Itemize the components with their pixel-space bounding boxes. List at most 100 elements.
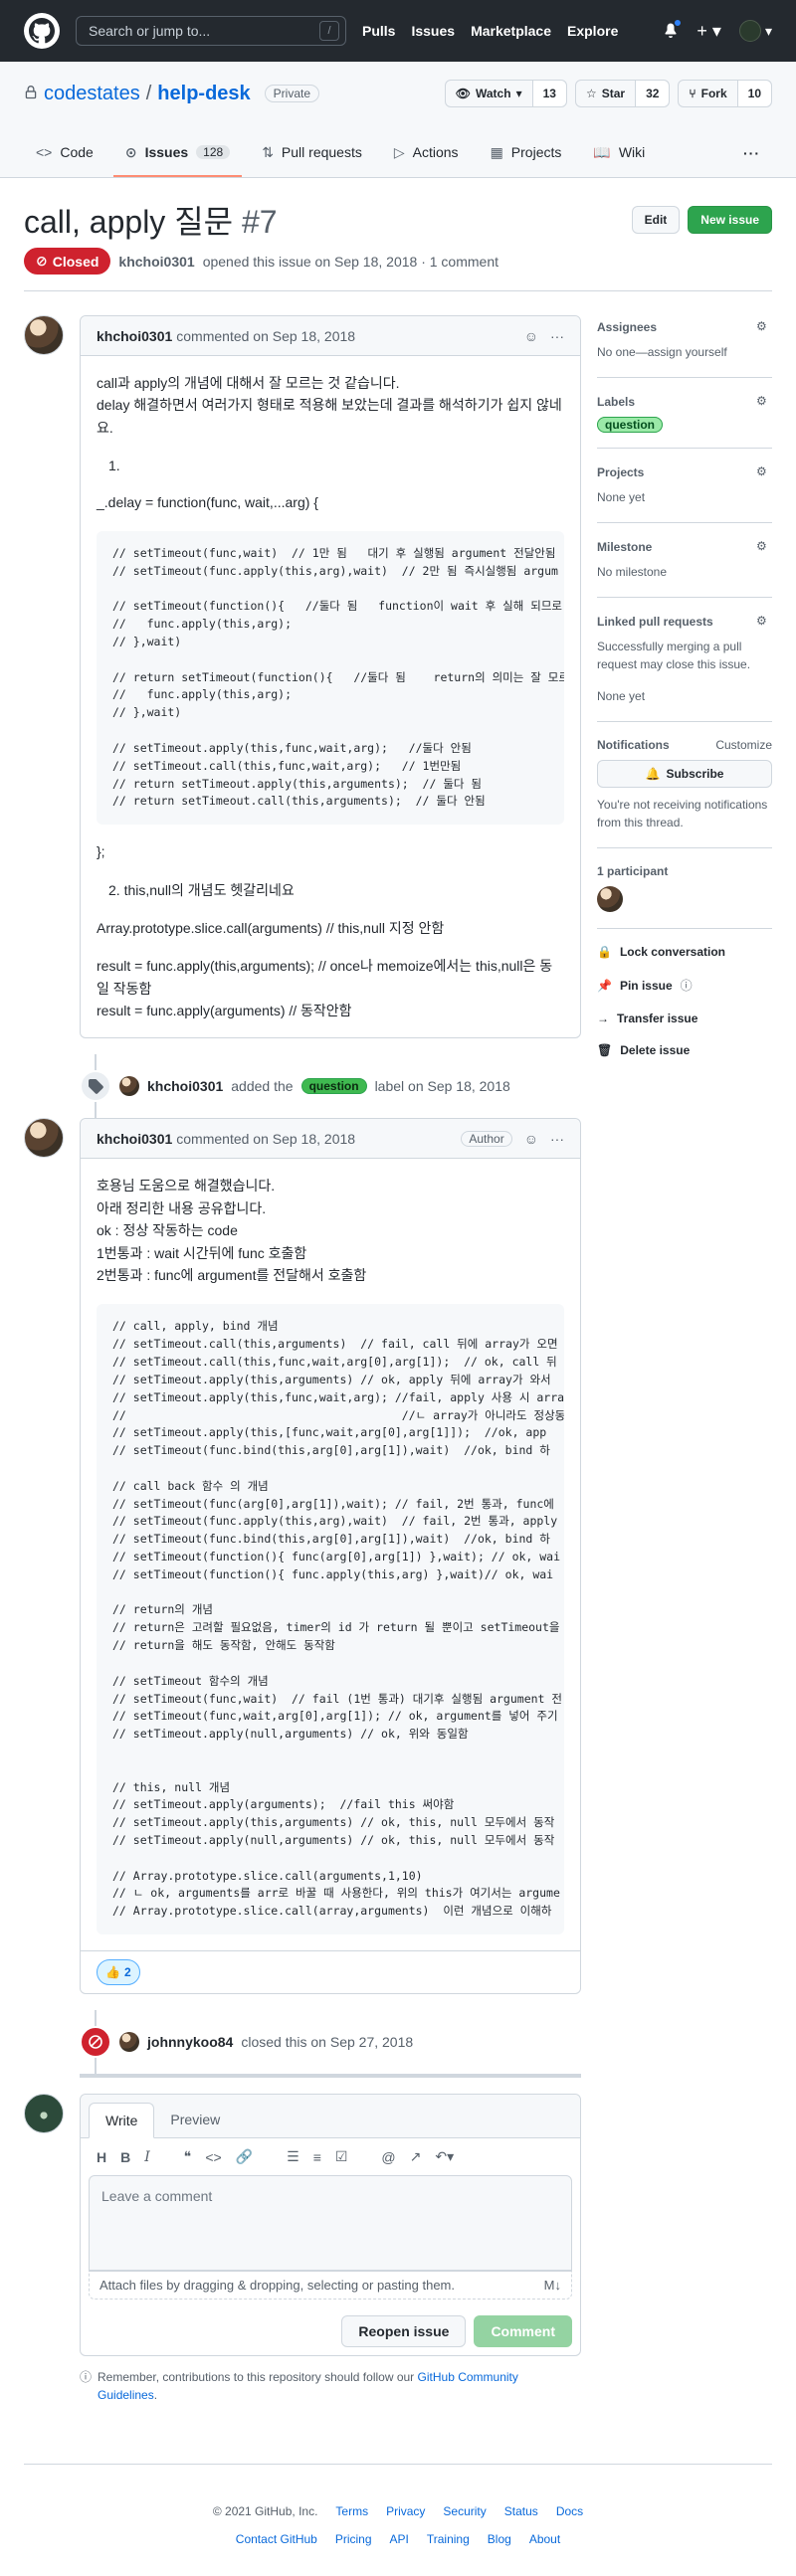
fork-count[interactable]: 10: [737, 81, 771, 106]
footer-link-contact[interactable]: Contact GitHub: [236, 2532, 317, 2546]
contribution-note: ⓘ Remember, contributions to this reposi…: [80, 2368, 557, 2404]
footer-link-security[interactable]: Security: [443, 2504, 486, 2518]
tab-wiki[interactable]: 📖 Wiki: [581, 129, 657, 177]
attach-files-area[interactable]: Attach files by dragging & dropping, sel…: [89, 2271, 572, 2300]
tab-issues[interactable]: ⊙ Issues 128: [112, 129, 243, 177]
new-issue-button[interactable]: New issue: [688, 206, 772, 234]
nav-marketplace[interactable]: Marketplace: [471, 23, 551, 39]
footer-link-blog[interactable]: Blog: [488, 2532, 511, 2546]
sidebar-participants: 1 participant: [597, 848, 772, 929]
bold-icon[interactable]: B: [120, 2149, 130, 2165]
transfer-issue-button[interactable]: → Transfer issue: [597, 1012, 772, 1025]
gear-icon[interactable]: ⚙: [756, 539, 772, 555]
code-icon[interactable]: <>: [205, 2149, 221, 2165]
footer-link-about[interactable]: About: [529, 2532, 560, 2546]
kebab-horizontal-icon[interactable]: ···: [550, 1131, 564, 1147]
footer-link-training[interactable]: Training: [427, 2532, 470, 2546]
smiley-icon[interactable]: ☺: [524, 1131, 538, 1147]
more-tabs-kebab-icon[interactable]: ···: [731, 129, 772, 177]
comment-author-link[interactable]: khchoi0301: [97, 328, 172, 344]
footer-link-status[interactable]: Status: [504, 2504, 538, 2518]
star-button[interactable]: ☆ Star 32: [574, 80, 671, 107]
event-actor-link[interactable]: khchoi0301: [147, 1078, 223, 1094]
smiley-icon[interactable]: ☺: [524, 328, 538, 344]
sidebar-labels: Labels ⚙ question: [597, 378, 772, 449]
heading-icon[interactable]: H: [97, 2149, 106, 2165]
tab-actions[interactable]: ▷ Actions: [382, 129, 471, 177]
gear-icon[interactable]: ⚙: [756, 394, 772, 410]
unordered-list-icon[interactable]: ☰: [287, 2148, 299, 2165]
avatar[interactable]: [24, 315, 64, 355]
subscribe-button[interactable]: 🔔 Subscribe: [597, 760, 772, 788]
tab-pull-requests[interactable]: ⇅ Pull requests: [250, 129, 374, 177]
label-question[interactable]: question: [300, 1078, 367, 1095]
avatar[interactable]: [119, 2032, 139, 2053]
repo-name-link[interactable]: help-desk: [157, 83, 250, 105]
comment-meta[interactable]: commented on Sep 18, 2018: [176, 1131, 355, 1147]
footer-link-terms[interactable]: Terms: [335, 2504, 368, 2518]
avatar: [738, 20, 761, 42]
tab-projects[interactable]: ▦ Projects: [479, 129, 574, 177]
gear-icon[interactable]: ⚙: [756, 319, 772, 335]
sidebar-value: No milestone: [597, 565, 668, 579]
watch-count[interactable]: 13: [532, 81, 566, 106]
comment-button[interactable]: Comment: [474, 2315, 572, 2348]
customize-link[interactable]: Customize: [715, 738, 772, 752]
link-icon[interactable]: 🔗: [236, 2148, 253, 2165]
user-avatar-menu[interactable]: ▾: [738, 20, 772, 42]
gear-icon[interactable]: ⚙: [756, 614, 772, 630]
nav-explore[interactable]: Explore: [567, 23, 618, 39]
avatar[interactable]: [119, 1076, 139, 1097]
mention-icon[interactable]: @: [381, 2149, 395, 2165]
global-header: Search or jump to... / Pulls Issues Mark…: [0, 0, 796, 62]
tab-preview[interactable]: Preview: [154, 2102, 236, 2137]
task-list-icon[interactable]: ☑: [335, 2148, 348, 2165]
cross-reference-icon[interactable]: ↗: [410, 2148, 422, 2165]
delete-issue-button[interactable]: 🗑 Delete issue: [597, 1043, 772, 1057]
search-input[interactable]: Search or jump to... /: [76, 16, 346, 46]
sidebar-assignees: Assignees ⚙ No one—assign yourself: [597, 315, 772, 378]
event-actor-link[interactable]: johnnykoo84: [147, 2034, 233, 2050]
edit-button[interactable]: Edit: [631, 206, 681, 234]
notification-bell-icon[interactable]: [663, 18, 683, 41]
issues-counter: 128: [196, 145, 231, 159]
star-count[interactable]: 32: [636, 81, 670, 106]
label-question[interactable]: question: [597, 417, 663, 433]
list-item: 1.: [108, 458, 120, 474]
tab-code[interactable]: <> Code: [24, 129, 105, 177]
repo-owner-link[interactable]: codestates: [44, 83, 140, 105]
tab-write[interactable]: Write: [89, 2103, 155, 2139]
footer-link-privacy[interactable]: Privacy: [386, 2504, 425, 2518]
nav-pulls[interactable]: Pulls: [362, 23, 395, 39]
comment-author-link[interactable]: khchoi0301: [97, 1131, 172, 1147]
create-new-plus-icon[interactable]: + ▾: [696, 21, 721, 42]
sidebar-heading: Notifications: [597, 738, 670, 752]
thumbs-up-reaction-button[interactable]: 👍 2: [97, 1959, 140, 1986]
footer-link-api[interactable]: API: [390, 2532, 409, 2546]
pin-issue-button[interactable]: 📌 Pin issue ⓘ: [597, 977, 772, 994]
comment-meta[interactable]: commented on Sep 18, 2018: [176, 328, 355, 344]
assign-yourself-link[interactable]: No one—assign yourself: [597, 343, 772, 361]
footer-link-pricing[interactable]: Pricing: [335, 2532, 372, 2546]
markdown-icon[interactable]: M↓: [544, 2278, 561, 2293]
avatar[interactable]: [24, 1118, 64, 1159]
watch-button[interactable]: 👁 Watch ▾ 13: [444, 80, 567, 107]
footer-link-docs[interactable]: Docs: [556, 2504, 583, 2518]
kebab-horizontal-icon[interactable]: ···: [550, 328, 564, 344]
quote-icon[interactable]: ❝: [184, 2148, 192, 2165]
reply-icon[interactable]: ↶▾: [435, 2148, 454, 2165]
ordered-list-icon[interactable]: ≡: [313, 2149, 321, 2165]
sidebar-heading: Labels: [597, 395, 636, 409]
avatar[interactable]: [597, 886, 623, 912]
italic-icon[interactable]: I: [144, 2149, 150, 2165]
lock-conversation-button[interactable]: 🔒 Lock conversation: [597, 945, 772, 959]
github-logo-icon[interactable]: [24, 13, 60, 49]
comment-textarea[interactable]: Leave a comment: [89, 2175, 572, 2272]
reopen-issue-button[interactable]: Reopen issue: [341, 2315, 467, 2348]
fork-button[interactable]: ⑂ Fork 10: [678, 80, 772, 107]
nav-issues[interactable]: Issues: [411, 23, 455, 39]
pin-icon: 📌: [597, 978, 612, 993]
issue-author-link[interactable]: khchoi0301: [118, 254, 194, 270]
gear-icon[interactable]: ⚙: [756, 464, 772, 480]
header-right: + ▾ ▾: [663, 18, 772, 42]
